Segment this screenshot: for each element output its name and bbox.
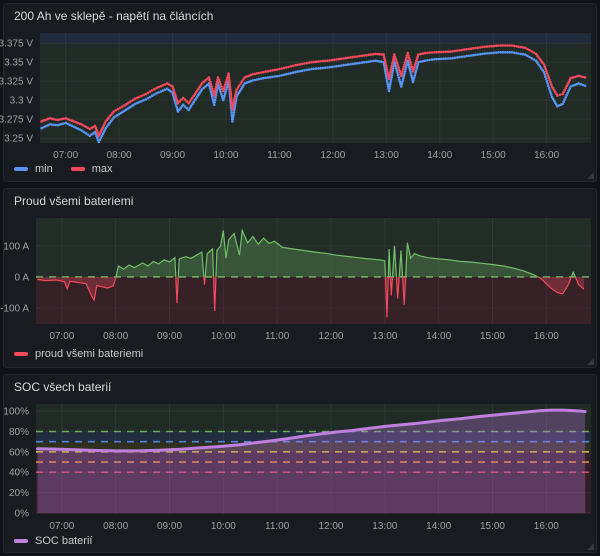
- svg-text:16:00: 16:00: [534, 150, 559, 161]
- svg-text:20%: 20%: [9, 488, 29, 499]
- svg-text:11:00: 11:00: [267, 150, 292, 161]
- svg-text:07:00: 07:00: [53, 150, 78, 161]
- svg-text:-100 A: -100 A: [0, 303, 29, 314]
- svg-text:10:00: 10:00: [213, 150, 238, 161]
- svg-text:3.25 V: 3.25 V: [4, 134, 33, 145]
- panel-title[interactable]: 200 Ah ve sklepě - napětí na článcích: [4, 4, 596, 29]
- svg-text:3.325 V: 3.325 V: [0, 77, 33, 88]
- legend-label: SOC baterií: [35, 535, 92, 547]
- voltage-chart[interactable]: 07:00 08:00 09:00 10:00 11:00 12:00 13:00 14:00…: [4, 29, 596, 158]
- legend: min max: [4, 158, 596, 180]
- svg-text:09:00: 09:00: [160, 150, 185, 161]
- svg-text:11:00: 11:00: [265, 521, 290, 532]
- current-chart[interactable]: 07:00 08:00 09:00 10:00 11:00 12:00 13:00 14:00…: [4, 214, 596, 342]
- svg-text:08:00: 08:00: [107, 150, 132, 161]
- legend-item-soc[interactable]: SOC baterií: [14, 535, 92, 547]
- svg-text:15:00: 15:00: [480, 331, 505, 342]
- panel-resize-handle[interactable]: [587, 358, 594, 365]
- legend-label: max: [92, 163, 113, 175]
- svg-text:0%: 0%: [15, 508, 30, 519]
- svg-text:15:00: 15:00: [481, 150, 506, 161]
- svg-text:16:00: 16:00: [534, 331, 559, 342]
- svg-text:3.375 V: 3.375 V: [0, 39, 33, 50]
- svg-text:13:00: 13:00: [374, 150, 399, 161]
- legend-item-min[interactable]: min: [14, 163, 53, 175]
- panel-title[interactable]: Proud všemi bateriemi: [4, 189, 596, 214]
- legend: proud všemi bateriemi: [4, 342, 596, 366]
- svg-text:100 A: 100 A: [3, 241, 29, 252]
- svg-text:12:00: 12:00: [318, 331, 343, 342]
- svg-text:3.275 V: 3.275 V: [0, 115, 33, 126]
- svg-text:14:00: 14:00: [426, 331, 451, 342]
- svg-text:13:00: 13:00: [372, 521, 397, 532]
- svg-text:09:00: 09:00: [157, 331, 182, 342]
- svg-text:60%: 60%: [9, 447, 29, 458]
- svg-text:12:00: 12:00: [320, 150, 345, 161]
- legend-marker-soc: [14, 539, 28, 543]
- legend-item-current[interactable]: proud všemi bateriemi: [14, 348, 143, 360]
- panel-soc: SOC všech baterií 07:00 08:00 09:00 10:00 11…: [3, 374, 597, 553]
- svg-text:07:00: 07:00: [49, 521, 74, 532]
- legend: SOC baterií: [4, 530, 596, 551]
- legend-label: proud všemi bateriemi: [35, 348, 143, 360]
- svg-text:10:00: 10:00: [211, 331, 236, 342]
- svg-text:14:00: 14:00: [426, 521, 451, 532]
- panel-title[interactable]: SOC všech baterií: [4, 375, 596, 400]
- legend-marker-max: [71, 167, 85, 171]
- svg-text:07:00: 07:00: [49, 331, 74, 342]
- panel-cell-voltage: 200 Ah ve sklepě - napětí na článcích 07…: [3, 3, 597, 182]
- svg-text:40%: 40%: [9, 468, 29, 479]
- svg-text:16:00: 16:00: [534, 521, 559, 532]
- soc-chart[interactable]: 07:00 08:00 09:00 10:00 11:00 12:00 13:00 14:00…: [4, 400, 596, 530]
- svg-text:08:00: 08:00: [103, 331, 128, 342]
- svg-text:10:00: 10:00: [211, 521, 236, 532]
- legend-item-max[interactable]: max: [71, 163, 113, 175]
- svg-text:09:00: 09:00: [157, 521, 182, 532]
- svg-text:80%: 80%: [9, 427, 29, 438]
- legend-marker-current: [14, 352, 28, 356]
- panel-resize-handle[interactable]: [587, 543, 594, 550]
- svg-text:0 A: 0 A: [15, 272, 30, 283]
- panel-resize-handle[interactable]: [587, 172, 594, 179]
- svg-text:15:00: 15:00: [480, 521, 505, 532]
- panel-battery-current: Proud všemi bateriemi 07:00 08:00 09:00 10:…: [3, 188, 597, 368]
- svg-text:14:00: 14:00: [427, 150, 452, 161]
- svg-text:3.35 V: 3.35 V: [4, 58, 33, 69]
- legend-marker-min: [14, 167, 28, 171]
- svg-text:100%: 100%: [3, 407, 29, 418]
- svg-text:11:00: 11:00: [265, 331, 290, 342]
- svg-text:12:00: 12:00: [318, 521, 343, 532]
- svg-text:13:00: 13:00: [372, 331, 397, 342]
- svg-text:3.3 V: 3.3 V: [10, 96, 34, 107]
- svg-text:08:00: 08:00: [103, 521, 128, 532]
- legend-label: min: [35, 163, 53, 175]
